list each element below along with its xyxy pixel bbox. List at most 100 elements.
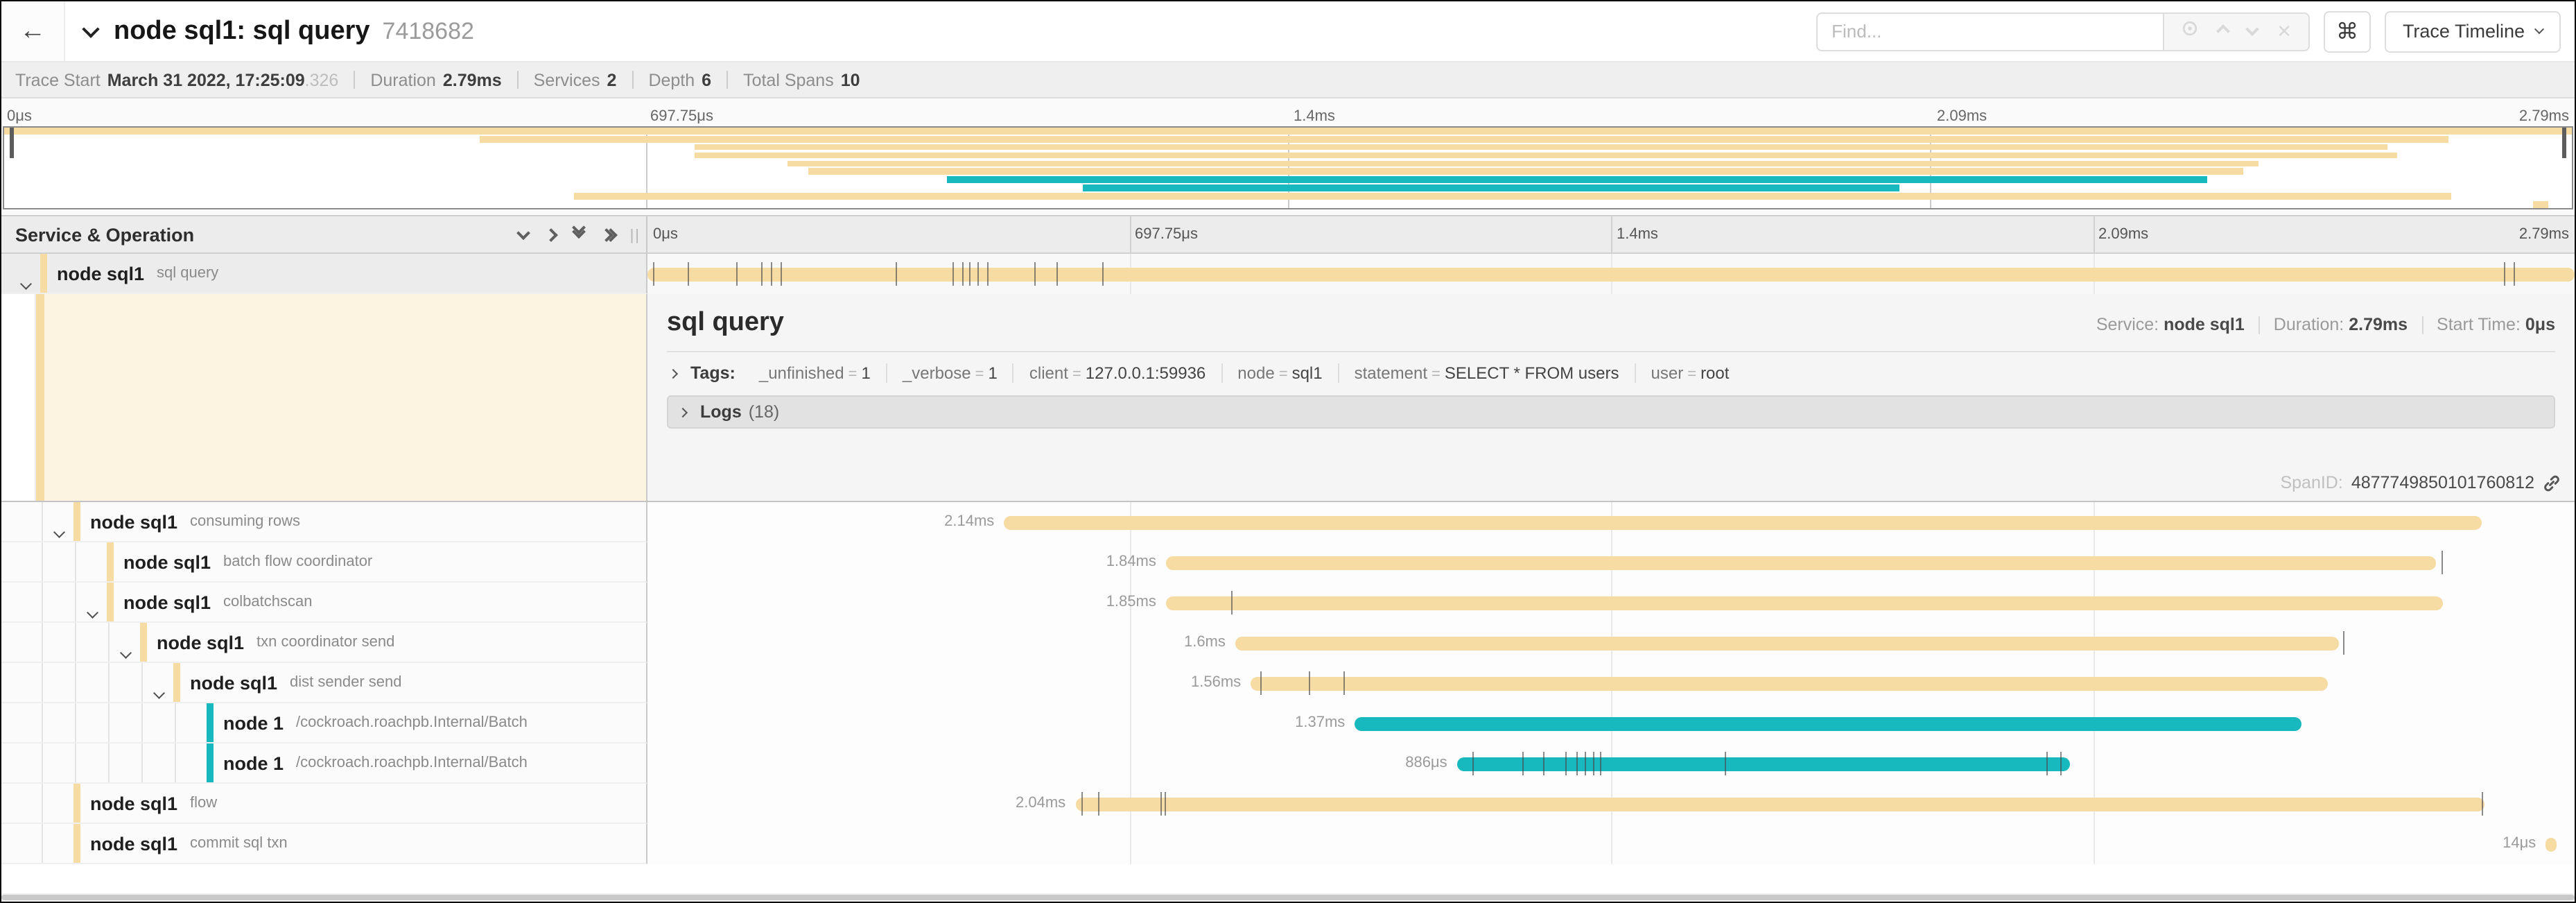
- span-id-value: 4877749850101760812: [2351, 473, 2534, 492]
- indent-guide: [42, 502, 43, 541]
- horizontal-scrollbar[interactable]: [1, 893, 2575, 902]
- span-tree-cell[interactable]: node 1/cockroach.roachpb.Internal/Batch: [1, 743, 647, 784]
- span-row[interactable]: node 1/cockroach.roachpb.Internal/Batch 8…: [1, 743, 2575, 784]
- span-timeline-cell[interactable]: 886μs: [647, 743, 2575, 784]
- trace-collapse-toggle[interactable]: [85, 19, 97, 44]
- service-name: node 1: [223, 712, 284, 733]
- span-timeline-cell[interactable]: 1.85ms: [647, 583, 2575, 623]
- service-name: node sql1: [90, 833, 177, 854]
- find-input[interactable]: [1816, 12, 2163, 51]
- log-tick: [1584, 752, 1585, 775]
- minimap-right-handle[interactable]: [2562, 128, 2566, 158]
- collapse-controls: [519, 230, 616, 239]
- span-tree-cell[interactable]: node sql1txn coordinator send: [1, 623, 647, 663]
- indent-guide: [108, 663, 110, 702]
- expand-one-icon[interactable]: [546, 230, 556, 239]
- span-row[interactable]: node sql1commit sql txn14μs: [1, 824, 2575, 864]
- column-resizer[interactable]: ||: [630, 227, 641, 244]
- span-row[interactable]: node sql1batch flow coordinator 1.84ms: [1, 542, 2575, 583]
- span-tree-cell[interactable]: node sql1consuming rows: [1, 502, 647, 542]
- service-name: node sql1: [190, 672, 277, 693]
- next-result-icon[interactable]: [2245, 22, 2259, 36]
- locate-icon[interactable]: [2181, 19, 2199, 44]
- collapse-one-icon[interactable]: [519, 230, 528, 239]
- span-row[interactable]: node sql1sql query: [1, 254, 2575, 294]
- prev-result-icon[interactable]: [2216, 24, 2230, 38]
- span-labels: node 1/cockroach.roachpb.Internal/Batch: [223, 703, 528, 742]
- trace-view-selector[interactable]: Trace Timeline: [2385, 10, 2561, 52]
- service-color-bar: [73, 784, 80, 823]
- span-timeline-cell[interactable]: 1.84ms: [647, 542, 2575, 583]
- span-row[interactable]: node sql1consuming rows 2.14ms: [1, 502, 2575, 542]
- span-timeline-cell[interactable]: 1.6ms: [647, 623, 2575, 663]
- find-controls: ✕: [2163, 12, 2310, 51]
- span-timeline-cell[interactable]: 1.37ms: [647, 703, 2575, 743]
- span-expand-toggle[interactable]: [89, 599, 96, 623]
- span-bar[interactable]: [1235, 637, 2340, 650]
- deep-link-icon[interactable]: [2543, 474, 2561, 492]
- indent-guide: [108, 743, 110, 782]
- span-timeline-cell[interactable]: 2.04ms: [647, 784, 2575, 824]
- collapse-all-icon[interactable]: [574, 230, 584, 239]
- span-bar[interactable]: [1166, 596, 2444, 610]
- span-bar[interactable]: [1004, 516, 2482, 529]
- span-row[interactable]: node sql1dist sender send1.56ms: [1, 663, 2575, 703]
- span-timeline-cell[interactable]: 14μs: [647, 824, 2575, 864]
- span-tree-cell[interactable]: node sql1batch flow coordinator: [1, 542, 647, 583]
- span-duration-label: 2.14ms: [944, 513, 994, 530]
- span-bar[interactable]: [1355, 717, 2301, 730]
- minimap-span-row: [4, 184, 2572, 191]
- span-tree-cell[interactable]: node sql1sql query: [1, 254, 647, 294]
- span-timeline-cell[interactable]: 2.14ms: [647, 502, 2575, 542]
- span-bar[interactable]: [1457, 757, 2070, 771]
- operation-name: txn coordinator send: [256, 634, 394, 651]
- minimap-span-bar: [946, 177, 2207, 183]
- span-labels: node sql1batch flow coordinator: [123, 542, 372, 581]
- log-tick: [1343, 671, 1345, 695]
- log-tick: [1309, 671, 1310, 695]
- logs-expander[interactable]: Logs (18): [667, 395, 2555, 429]
- log-tick: [1035, 262, 1036, 286]
- keyboard-shortcuts-button[interactable]: ⌘: [2324, 10, 2371, 52]
- indent-guide: [42, 583, 43, 621]
- axis-tick-label: 1.4ms: [1294, 108, 1335, 125]
- span-bar[interactable]: [647, 268, 2575, 281]
- log-tick: [2046, 752, 2048, 775]
- span-labels: node sql1sql query: [57, 254, 218, 293]
- span-labels: node 1/cockroach.roachpb.Internal/Batch: [223, 743, 528, 782]
- span-expand-toggle[interactable]: [55, 519, 63, 542]
- clear-find-icon[interactable]: ✕: [2277, 22, 2292, 40]
- tags-expander[interactable]: Tags: _unfinished=1_verbose=1client=127.…: [667, 352, 2555, 383]
- span-tree-cell[interactable]: node 1/cockroach.roachpb.Internal/Batch: [1, 703, 647, 743]
- span-expand-toggle[interactable]: [155, 680, 163, 703]
- back-button[interactable]: ←: [1, 1, 65, 61]
- trace-view-selector-label: Trace Timeline: [2403, 21, 2525, 42]
- span-row[interactable]: node sql1colbatchscan1.85ms: [1, 583, 2575, 623]
- axis-tick-label: 0μs: [653, 226, 678, 243]
- minimap-span-row: [4, 193, 2572, 199]
- minimap-span-row: [4, 201, 2572, 207]
- span-bar[interactable]: [1166, 556, 2436, 569]
- span-bar[interactable]: [2545, 838, 2557, 851]
- span-timeline-cell[interactable]: 1.56ms: [647, 663, 2575, 703]
- span-tree-cell[interactable]: node sql1dist sender send: [1, 663, 647, 703]
- expand-all-icon[interactable]: [602, 230, 616, 239]
- minimap-left-handle[interactable]: [10, 128, 14, 158]
- span-bar[interactable]: [1251, 677, 2328, 690]
- service-color-bar: [173, 663, 180, 702]
- span-bar[interactable]: [1075, 798, 2484, 811]
- service-name: node sql1: [90, 511, 177, 532]
- span-expand-toggle[interactable]: [22, 270, 30, 294]
- indent-guide: [108, 703, 110, 742]
- span-detail-block: sql query Service: node sql1 Duration: 2…: [1, 294, 2575, 502]
- minimap-canvas[interactable]: [3, 126, 2573, 209]
- span-tree-cell[interactable]: node sql1colbatchscan: [1, 583, 647, 623]
- span-row[interactable]: node 1/cockroach.roachpb.Internal/Batch 1…: [1, 703, 2575, 743]
- span-row[interactable]: node sql1txn coordinator send1.6ms: [1, 623, 2575, 663]
- span-expand-toggle[interactable]: [122, 639, 130, 663]
- span-tree-cell[interactable]: node sql1flow: [1, 784, 647, 824]
- span-tree-cell[interactable]: node sql1commit sql txn: [1, 824, 647, 864]
- log-tick: [761, 262, 763, 286]
- span-timeline-cell[interactable]: [647, 254, 2575, 294]
- span-row[interactable]: node sql1flow2.04ms: [1, 784, 2575, 824]
